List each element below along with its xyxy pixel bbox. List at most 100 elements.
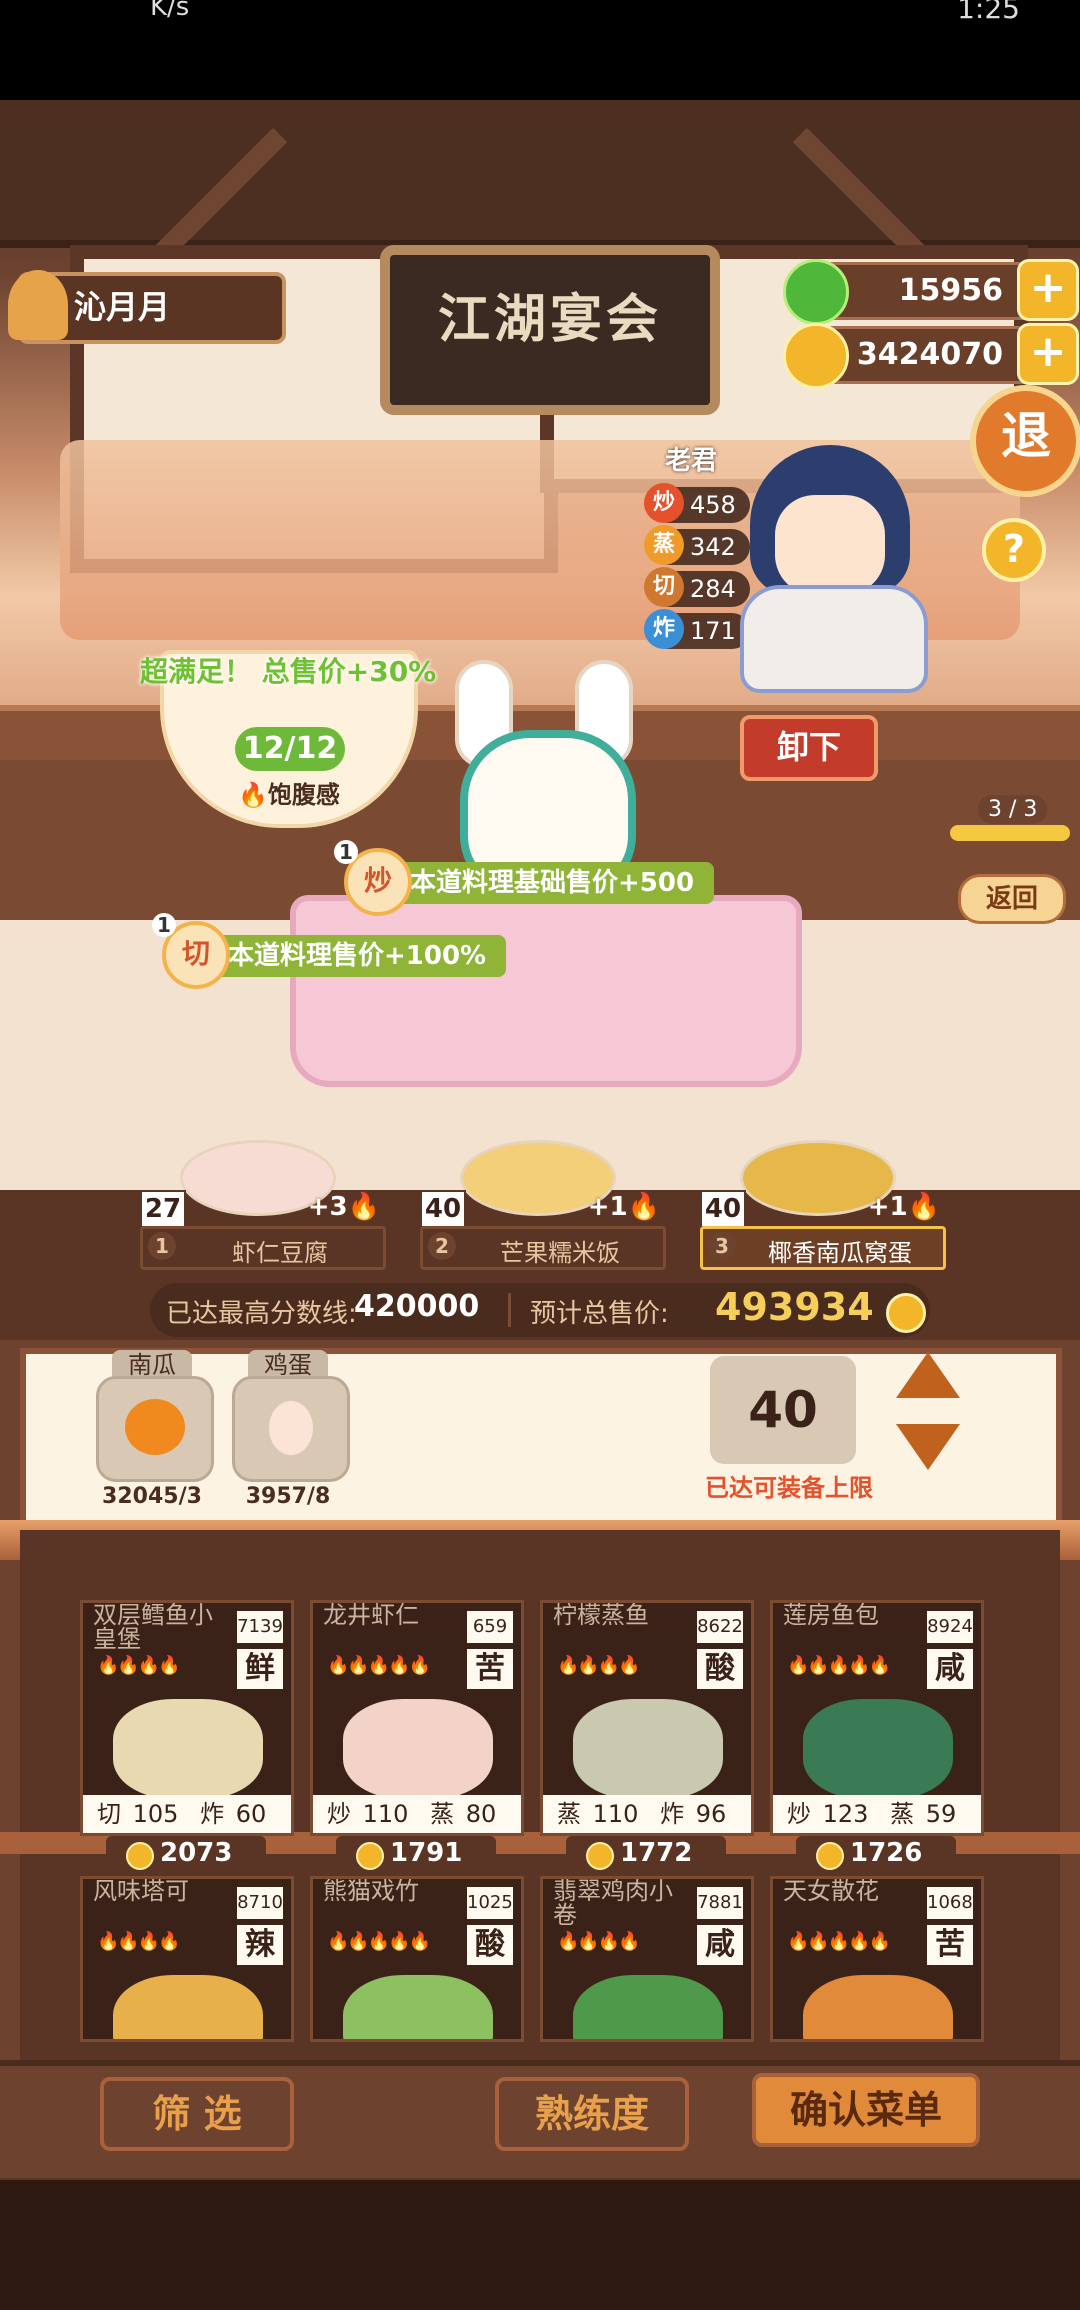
stir-fry-icon: 炒 (644, 483, 684, 523)
dish-quantity: 40 (420, 1190, 466, 1228)
recipe-name: 双层鳕鱼小皇堡 (93, 1601, 213, 1653)
jade-currency: 15956 + (783, 259, 1079, 325)
recipe-taste: 苦 (467, 1649, 513, 1689)
gold-coin-icon (356, 1842, 384, 1870)
ingredient-pumpkin[interactable]: 南瓜 32045/3 (96, 1350, 214, 1509)
recipe-card[interactable]: 龙井虾仁 659 苦 🔥🔥🔥🔥🔥 炒 110 蒸 80 (310, 1600, 524, 1836)
quantity-limit-note: 已达可装备上限 (705, 1474, 873, 1502)
recipe-name: 莲房鱼包 (783, 1601, 879, 1629)
flame-icon: 🔥🔥🔥🔥🔥 (327, 1655, 431, 1676)
buff-tag: 炒 1 本道料理基础售价+500 (334, 840, 715, 916)
recipe-image (113, 1975, 263, 2039)
recipe-price: 8924 (927, 1611, 973, 1643)
recipe-name: 柠檬蒸鱼 (553, 1601, 649, 1629)
confirm-menu-button[interactable]: 确认菜单 (752, 2073, 980, 2147)
bottom-floor (0, 2180, 1080, 2310)
sign-text: 江湖宴会 (437, 289, 662, 350)
recipe-card[interactable]: 莲房鱼包 8924 咸 🔥🔥🔥🔥🔥 炒 123 蒸 59 (770, 1600, 984, 1836)
recipe-name: 天女散花 (783, 1877, 879, 1905)
jade-amount: 15956 (898, 273, 1003, 308)
total-price-label: 预计总售价: (530, 1299, 669, 1329)
buff-level: 1 (152, 913, 176, 937)
gold-coin-icon (783, 323, 849, 389)
course-progress: 3 / 3 (950, 795, 1070, 845)
stat-value: 458 (690, 491, 736, 519)
flame-icon: 🔥 (907, 1192, 940, 1222)
recipe-card[interactable]: 天女散花 10681 苦 🔥🔥🔥🔥🔥 (770, 1876, 984, 2042)
buff-tag: 切 1 本道料理售价+100% (152, 913, 507, 989)
unload-chef-button[interactable]: 卸下 (740, 715, 878, 781)
dish-bonus: +1🔥 (587, 1192, 660, 1222)
dining-table (290, 895, 802, 1087)
stat-value: 284 (690, 575, 736, 603)
roof (0, 100, 1080, 248)
exit-button[interactable]: 退 (970, 385, 1080, 497)
increase-arrow-icon[interactable] (896, 1352, 960, 1398)
recipe-price: 7881 (697, 1887, 743, 1919)
dish-name: 虾仁豆腐 (232, 1239, 328, 1267)
recipe-taste: 咸 (927, 1649, 973, 1689)
recipe-price: 7139 (237, 1611, 283, 1643)
selected-dish-slot[interactable]: 27 +3🔥 1 虾仁豆腐 (140, 1140, 386, 1270)
status-bar: K/s 1:25 (0, 0, 1080, 100)
player-name-plate[interactable]: 沁月月 (8, 270, 286, 344)
banquet-sign: 江湖宴会 (380, 245, 720, 415)
gold-coin-icon (586, 1842, 614, 1870)
chef-character[interactable] (730, 445, 930, 693)
recipe-image (803, 1699, 953, 1799)
egg-icon (269, 1401, 313, 1455)
recipe-name: 熊猫戏竹 (323, 1877, 419, 1905)
recipe-card[interactable]: 双层鳕鱼小皇堡 7139 鲜 🔥🔥🔥🔥 切 105 炸 60 (80, 1600, 294, 1836)
flame-icon: 🔥🔥🔥🔥 (97, 1931, 181, 1952)
buff-text: 本道料理基础售价+500 (410, 868, 695, 898)
recipe-price: 8710 (237, 1887, 283, 1919)
add-gold-button[interactable]: + (1017, 323, 1079, 385)
player-avatar (8, 270, 68, 340)
recipe-sell-price: 2073 (106, 1836, 266, 1872)
flame-icon: 🔥🔥🔥🔥🔥 (787, 1931, 891, 1952)
help-button[interactable]: ? (982, 518, 1046, 582)
dish-quantity: 27 (140, 1190, 186, 1228)
recipe-card[interactable]: 熊猫戏竹 10258 酸 🔥🔥🔥🔥🔥 (310, 1876, 524, 2042)
decrease-arrow-icon[interactable] (896, 1424, 960, 1470)
add-jade-button[interactable]: + (1017, 259, 1079, 321)
recipe-skills: 炒 110 蒸 80 (313, 1795, 521, 1833)
satiety-count: 12/12 (235, 727, 345, 771)
gold-currency: 3424070 + (783, 323, 1079, 389)
recipe-price: 659 (467, 1611, 513, 1643)
recipe-price: 10258 (467, 1887, 521, 1919)
stat-value: 342 (690, 533, 736, 561)
recipe-image (573, 1699, 723, 1799)
back-button[interactable]: 返回 (958, 874, 1066, 924)
filter-button[interactable]: 筛 选 (100, 2077, 294, 2151)
buff-text: 本道料理售价+100% (228, 941, 487, 971)
recipe-card[interactable]: 柠檬蒸鱼 8622 酸 🔥🔥🔥🔥 蒸 110 炸 96 (540, 1600, 754, 1836)
progress-text: 3 / 3 (978, 795, 1048, 824)
dish-name: 椰香南瓜窝蛋 (768, 1239, 912, 1267)
proficiency-button[interactable]: 熟练度 (495, 2077, 689, 2151)
dish-index: 2 (428, 1232, 456, 1260)
gold-coin-icon (886, 1293, 926, 1333)
recipe-taste: 酸 (697, 1649, 743, 1689)
ingredient-count: 32045/3 (102, 1484, 202, 1509)
score-bar: 已达最高分数线: 420000 预计总售价: 493934 (150, 1283, 930, 1337)
recipe-skills: 蒸 110 炸 96 (543, 1795, 751, 1833)
recipe-image (803, 1975, 953, 2039)
ingredient-count: 3957/8 (245, 1484, 331, 1509)
recipe-taste: 苦 (927, 1925, 973, 1965)
stat-value: 171 (690, 617, 736, 645)
selected-dish-slot[interactable]: 40 +1🔥 2 芒果糯米饭 (420, 1140, 666, 1270)
selected-dish-slot[interactable]: 40 +1🔥 3 椰香南瓜窝蛋 (700, 1140, 946, 1270)
network-speed: K/s (150, 0, 190, 22)
dish-index: 3 (708, 1232, 736, 1260)
recipe-skills: 炒 123 蒸 59 (773, 1795, 981, 1833)
recipe-card[interactable]: 风味塔可 8710 辣 🔥🔥🔥🔥 (80, 1876, 294, 2042)
buff-level: 1 (334, 840, 358, 864)
recipe-card[interactable]: 翡翠鸡肉小卷 7881 咸 🔥🔥🔥🔥 (540, 1876, 754, 2042)
ingredient-egg[interactable]: 鸡蛋 3957/8 (232, 1350, 350, 1509)
dish-bonus: +1🔥 (867, 1192, 940, 1222)
cut-icon: 切 (644, 567, 684, 607)
progress-bar (950, 825, 1070, 841)
best-score-label: 已达最高分数线: (166, 1299, 357, 1329)
recipe-image (343, 1975, 493, 2039)
